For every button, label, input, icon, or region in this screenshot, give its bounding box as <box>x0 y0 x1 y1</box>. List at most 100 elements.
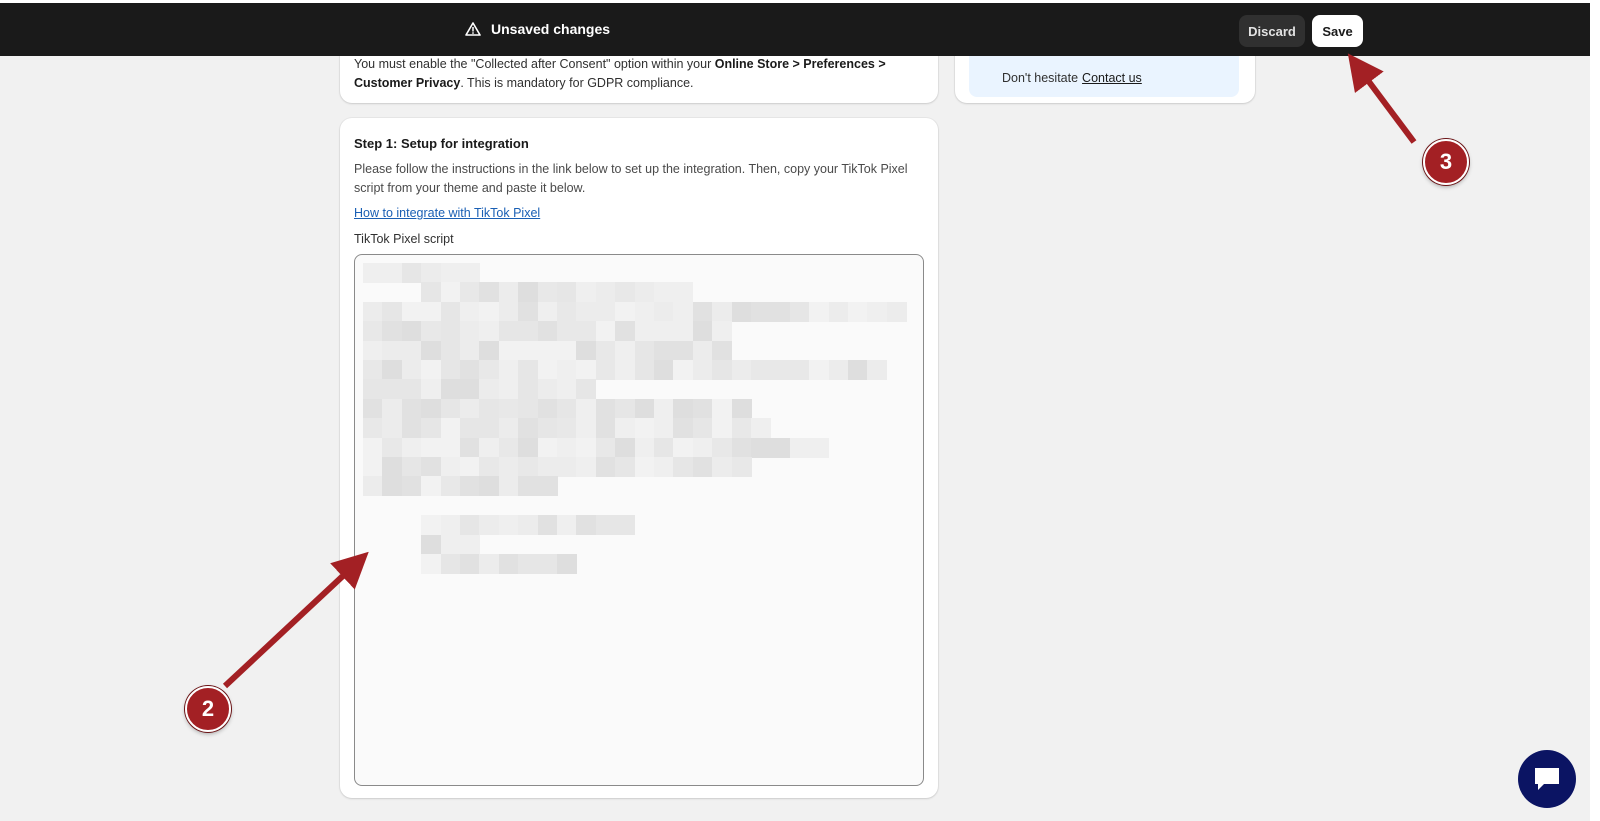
redacted-block <box>673 398 694 419</box>
redacted-block <box>770 360 791 380</box>
redacted-block <box>363 457 383 477</box>
redacted-block <box>440 321 461 342</box>
redacted-block <box>537 554 558 574</box>
redacted-block <box>595 437 616 458</box>
redacted-block <box>460 263 480 283</box>
redacted-block <box>421 437 442 458</box>
redacted-block <box>654 360 674 380</box>
redacted-block <box>654 457 674 477</box>
redacted-block <box>421 340 442 361</box>
redacted-block <box>518 398 539 419</box>
redacted-block <box>421 282 442 303</box>
redacted-block <box>460 457 480 477</box>
redacted-block <box>401 360 422 380</box>
redacted-block <box>421 301 442 322</box>
redacted-block <box>557 282 577 303</box>
redacted-block <box>634 301 655 322</box>
redacted-block <box>557 554 577 574</box>
save-button[interactable]: Save <box>1312 15 1363 47</box>
redacted-block <box>363 321 383 342</box>
redacted-block <box>615 437 636 458</box>
redacted-block <box>789 360 810 380</box>
contextual-save-bar: Unsaved changes Discard Save <box>0 3 1590 56</box>
redacted-block <box>634 340 655 361</box>
redacted-block <box>479 301 500 322</box>
redacted-block <box>460 476 480 497</box>
redacted-block <box>440 418 461 439</box>
redacted-block <box>809 301 830 322</box>
redacted-block <box>401 437 422 458</box>
redacted-block <box>498 360 519 380</box>
redacted-block <box>595 515 616 536</box>
redacted-block <box>518 554 539 574</box>
unsaved-label: Unsaved changes <box>491 21 611 37</box>
redacted-block <box>460 534 480 555</box>
redacted-block <box>382 457 403 477</box>
redacted-block <box>634 398 655 419</box>
redacted-block <box>595 282 616 303</box>
redacted-block <box>595 457 616 477</box>
redacted-block <box>401 418 422 439</box>
chat-button[interactable] <box>1518 750 1576 808</box>
setup-card: Step 1: Setup for integration Please fol… <box>340 118 938 798</box>
pixel-script-textarea[interactable] <box>354 254 924 786</box>
redacted-block <box>421 457 442 477</box>
redacted-block <box>421 515 442 536</box>
redacted-block <box>440 457 461 477</box>
app-frame: Unsaved changes Discard Save You must en… <box>0 3 1590 821</box>
redacted-block <box>363 476 383 497</box>
redacted-block <box>673 301 694 322</box>
redacted-block <box>751 418 771 439</box>
redacted-block <box>654 340 674 361</box>
redacted-block <box>518 379 539 400</box>
redacted-block <box>440 398 461 419</box>
redacted-block <box>654 321 674 342</box>
redacted-block <box>576 301 597 322</box>
redacted-block <box>712 340 733 361</box>
redacted-block <box>634 282 655 303</box>
redacted-block <box>576 360 597 380</box>
redacted-block <box>440 437 461 458</box>
redacted-block <box>479 457 500 477</box>
redacted-block <box>848 360 868 380</box>
integration-guide-link[interactable]: How to integrate with TikTok Pixel <box>354 206 540 220</box>
warning-icon <box>465 22 481 36</box>
redacted-block <box>460 379 480 400</box>
redacted-block <box>576 437 597 458</box>
consent-text-2: . This is mandatory for GDPR compliance. <box>460 76 694 90</box>
redacted-block <box>460 360 480 380</box>
redacted-block <box>421 418 442 439</box>
redacted-block <box>654 437 674 458</box>
redacted-block <box>751 360 771 380</box>
redacted-block <box>712 398 733 419</box>
redacted-block <box>518 476 539 497</box>
redacted-block <box>712 457 733 477</box>
redacted-block <box>498 554 519 574</box>
redacted-block <box>498 321 519 342</box>
redacted-block <box>460 282 480 303</box>
redacted-block <box>615 301 636 322</box>
redacted-block <box>479 437 500 458</box>
redacted-block <box>828 301 849 322</box>
redacted-block <box>479 418 500 439</box>
redacted-block <box>537 515 558 536</box>
redacted-block <box>401 379 422 400</box>
redacted-block <box>654 282 674 303</box>
redacted-block <box>576 457 597 477</box>
discard-button[interactable]: Discard <box>1239 15 1305 47</box>
redacted-block <box>886 301 907 322</box>
redacted-block <box>673 282 694 303</box>
redacted-block <box>537 360 558 380</box>
redacted-block <box>557 457 577 477</box>
redacted-block <box>576 515 597 536</box>
redacted-block <box>479 321 500 342</box>
redacted-block <box>692 398 713 419</box>
redacted-block <box>557 379 577 400</box>
contact-us-link[interactable]: Contact us <box>1082 71 1142 85</box>
redacted-block <box>576 282 597 303</box>
redacted-block <box>537 398 558 419</box>
redacted-block <box>634 360 655 380</box>
unsaved-status: Unsaved changes <box>465 21 610 37</box>
redacted-block <box>363 379 383 400</box>
redacted-block <box>382 476 403 497</box>
